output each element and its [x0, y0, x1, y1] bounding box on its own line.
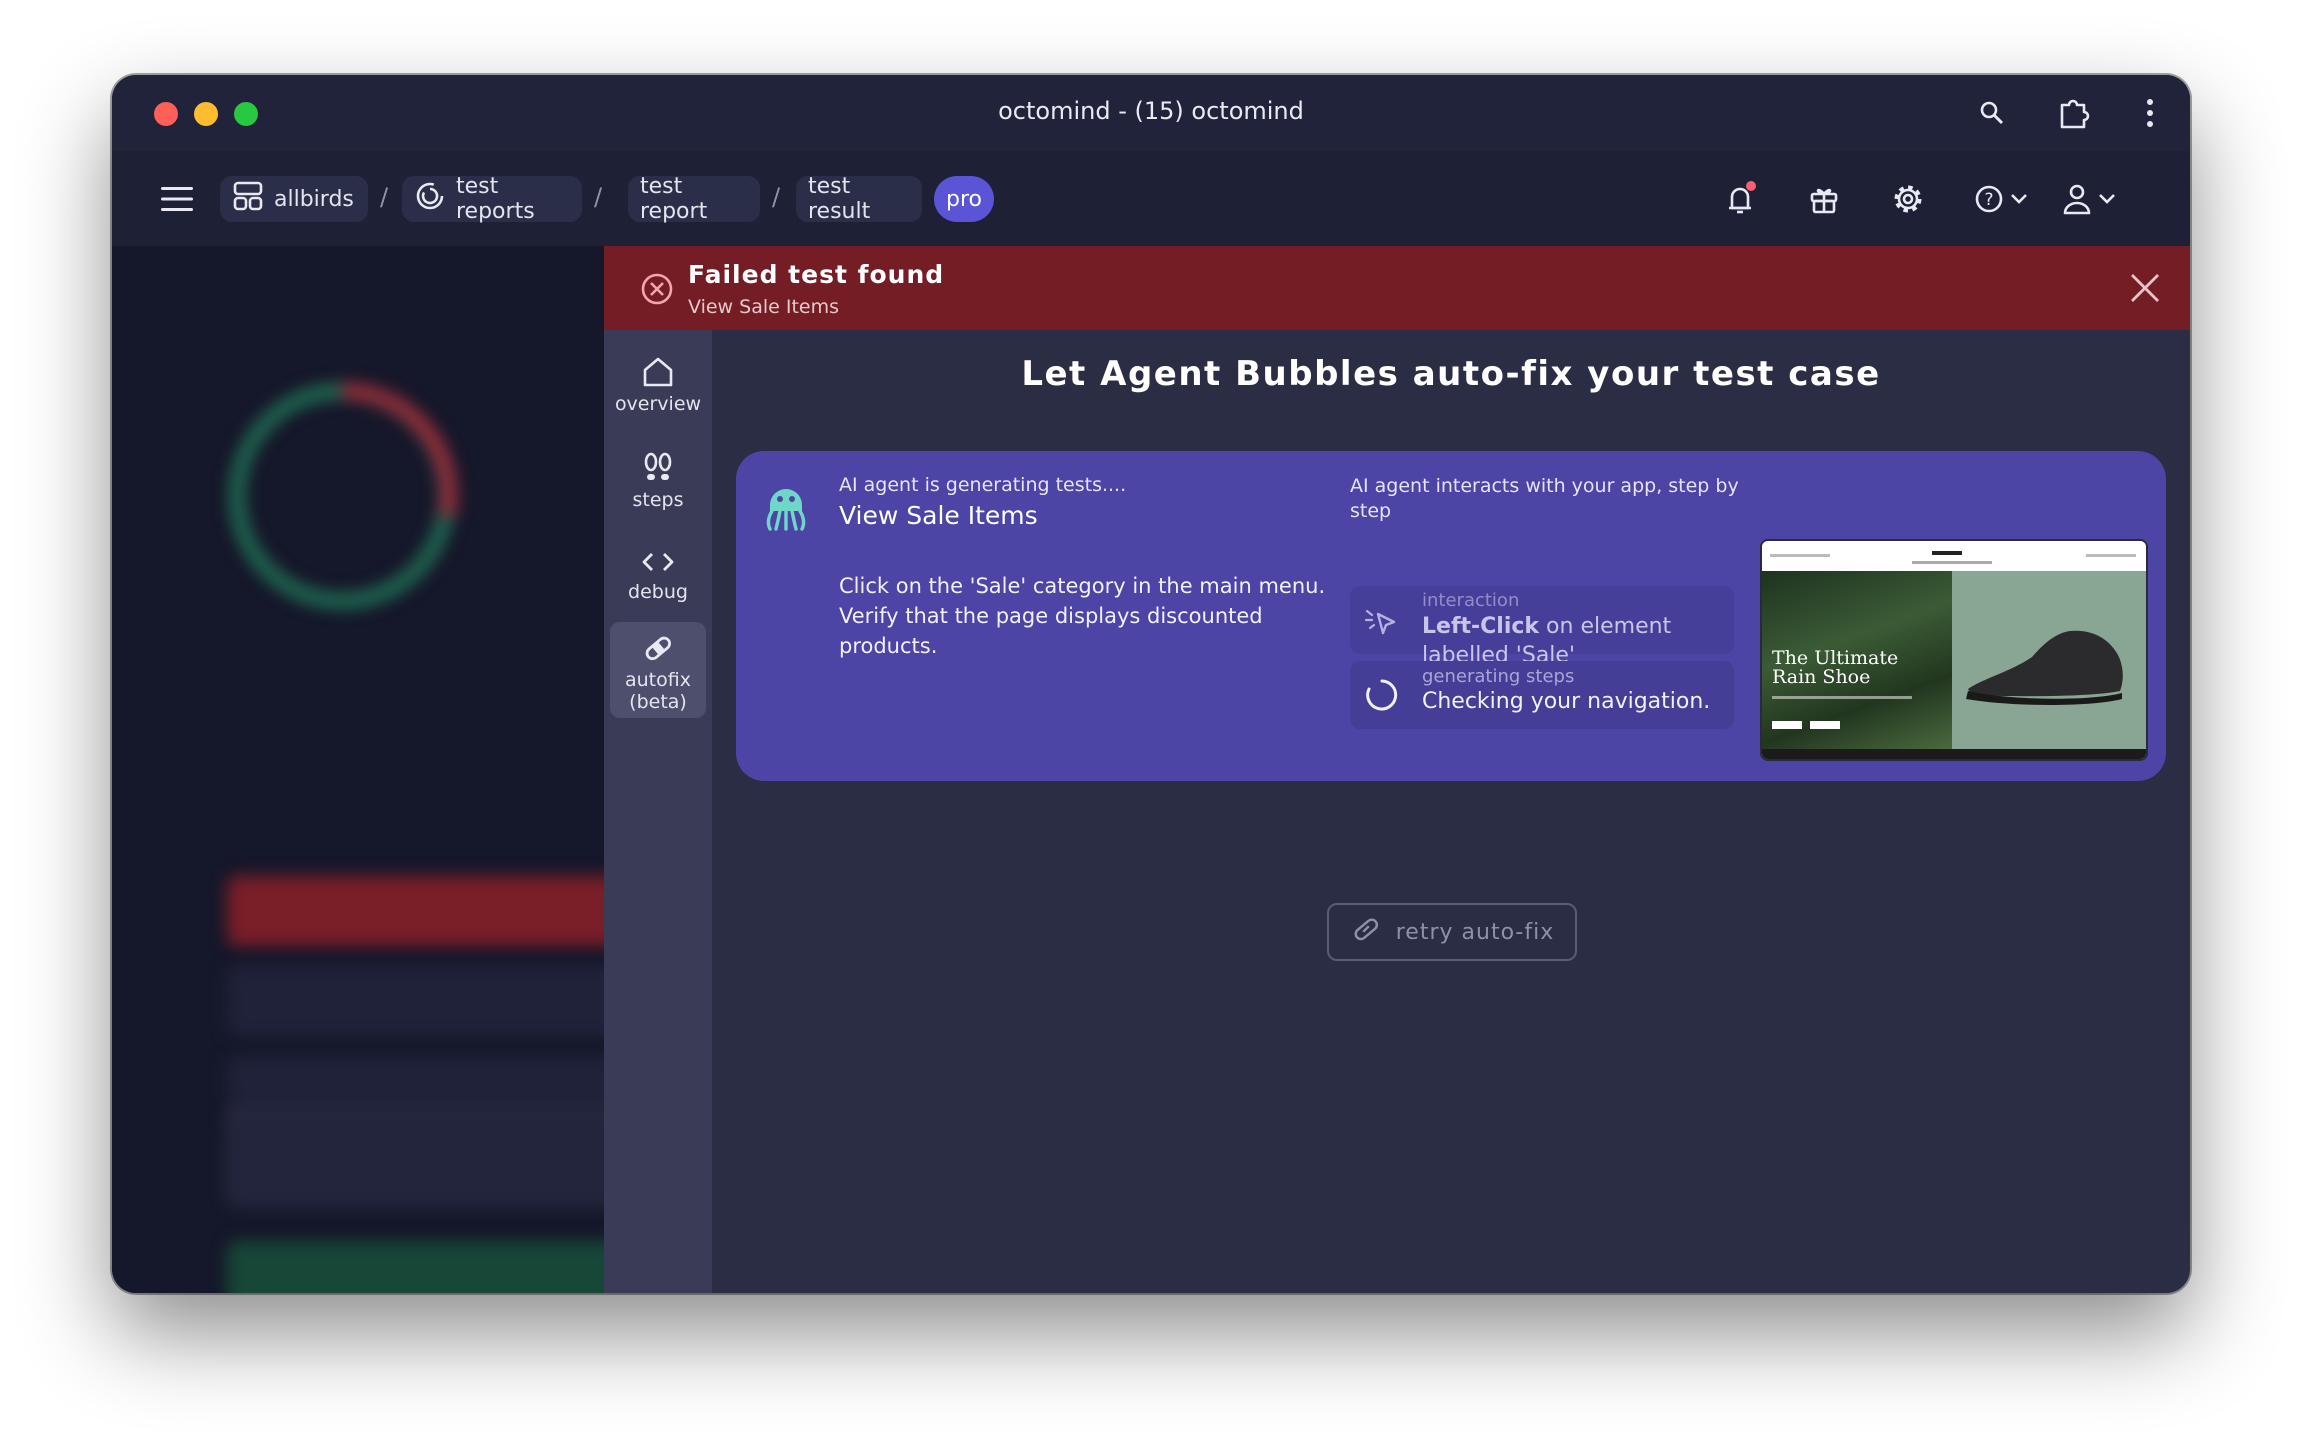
- rail-tab-label: overview: [614, 393, 702, 415]
- test-case-description: Click on the 'Sale' category in the main…: [839, 574, 1326, 658]
- breadcrumb-separator: /: [380, 183, 389, 211]
- shoe-icon: [1966, 630, 2123, 705]
- footsteps-icon: [643, 452, 673, 489]
- breadcrumb-label: test report: [640, 174, 708, 224]
- bandage-icon: [641, 632, 675, 669]
- failed-test-alert: Failed test found View Sale Items: [604, 246, 2190, 330]
- alert-subtitle: View Sale Items: [688, 296, 839, 318]
- blurred-donut-chart: [212, 366, 472, 626]
- close-icon[interactable]: [2130, 273, 2160, 307]
- gift-icon[interactable]: [1806, 179, 1842, 219]
- extensions-icon[interactable]: [2056, 95, 2092, 131]
- notifications-bell-icon[interactable]: [1722, 179, 1758, 219]
- background-page: [112, 246, 604, 1293]
- app-window: octomind - (15) octomind allbirds / test…: [112, 75, 2190, 1293]
- rail-tab-overview[interactable]: overview: [610, 346, 706, 425]
- hamburger-menu-icon[interactable]: [160, 179, 194, 219]
- blurred-passed-banner: [227, 1241, 604, 1293]
- breadcrumb-label: test result: [808, 174, 871, 224]
- loading-spinner-icon: [1364, 677, 1400, 717]
- error-circle-icon: [640, 272, 674, 310]
- search-icon[interactable]: [1974, 95, 2010, 131]
- retry-autofix-button[interactable]: retry auto-fix: [1327, 903, 1577, 961]
- svg-text:?: ?: [1984, 190, 1993, 210]
- rail-tab-label: steps: [632, 489, 684, 511]
- result-side-rail: overview steps debug autofix (beta): [604, 330, 712, 1293]
- rail-tab-label: debug: [628, 581, 688, 603]
- plan-badge[interactable]: pro: [934, 176, 994, 222]
- retry-autofix-label: retry auto-fix: [1395, 919, 1555, 945]
- preview-header: [1762, 541, 2146, 572]
- breadcrumb-separator: /: [772, 183, 781, 211]
- autofix-content: Let Agent Bubbles auto-fix your test cas…: [712, 330, 2190, 1293]
- more-vertical-icon[interactable]: [2132, 95, 2168, 131]
- step-text: Checking your navigation.: [1422, 689, 1711, 714]
- window-title: octomind - (15) octomind: [998, 97, 1304, 125]
- blurred-failed-banner: [227, 876, 604, 946]
- step-action: Left-Click: [1422, 614, 1540, 639]
- cursor-click-icon: [1364, 606, 1400, 642]
- help-menu-icon[interactable]: ?: [1974, 179, 2032, 219]
- agent-status-text: AI agent is generating tests....: [839, 474, 1127, 496]
- rail-tab-autofix[interactable]: autofix (beta): [610, 622, 706, 718]
- interaction-caption: AI agent interacts with your app, step b…: [1350, 475, 1739, 522]
- alert-title: Failed test found: [688, 260, 945, 289]
- test-case-name: View Sale Items: [839, 501, 1038, 530]
- breadcrumb-test-reports[interactable]: test reports: [402, 174, 582, 224]
- step-interaction: interaction Left-Click on element labell…: [1350, 586, 1734, 668]
- settings-gear-icon[interactable]: [1890, 179, 1926, 219]
- blurred-row: [227, 966, 604, 1036]
- test-result-panel: Failed test found View Sale Items overvi…: [604, 246, 2190, 1293]
- rail-tab-steps[interactable]: steps: [610, 442, 706, 521]
- code-brackets-icon: [641, 548, 675, 581]
- rail-tab-debug[interactable]: debug: [610, 538, 706, 613]
- step-label: interaction: [1422, 590, 1520, 611]
- breadcrumb-test-result[interactable]: test result: [796, 174, 922, 224]
- top-navbar: allbirds / test reports / test report / …: [112, 151, 2190, 246]
- user-menu-icon[interactable]: [2062, 179, 2120, 219]
- rail-tab-label: autofix: [625, 669, 691, 691]
- blurred-row: [227, 1111, 604, 1205]
- rail-tab-label-beta: (beta): [629, 691, 687, 713]
- agent-progress-card: AI agent is generating tests.... View Sa…: [736, 451, 2166, 781]
- breadcrumb-separator: /: [594, 183, 603, 211]
- preview-headline-2: Rain Shoe: [1772, 666, 1871, 688]
- breadcrumb-project-label: allbirds: [274, 186, 354, 212]
- preview-shoe-image: [1952, 571, 2146, 749]
- octopus-agent-icon: [760, 477, 812, 537]
- preview-forest-image: The Ultimate Rain Shoe: [1762, 571, 1952, 749]
- breadcrumb-test-report[interactable]: test report: [628, 174, 760, 224]
- app-screenshot-preview: The Ultimate Rain Shoe: [1760, 539, 2148, 761]
- test-reports-icon: [414, 180, 446, 218]
- autofix-headline: Let Agent Bubbles auto-fix your test cas…: [1021, 354, 1881, 394]
- step-generating: generating steps Checking your navigatio…: [1350, 661, 1734, 729]
- project-icon: [232, 180, 264, 218]
- step-label: generating steps: [1422, 666, 1575, 687]
- breadcrumb-project[interactable]: allbirds: [220, 176, 368, 222]
- breadcrumb-label: test reports: [456, 174, 535, 224]
- home-icon: [641, 356, 675, 393]
- bandage-icon: [1350, 914, 1382, 950]
- title-bar: octomind - (15) octomind: [112, 75, 2190, 151]
